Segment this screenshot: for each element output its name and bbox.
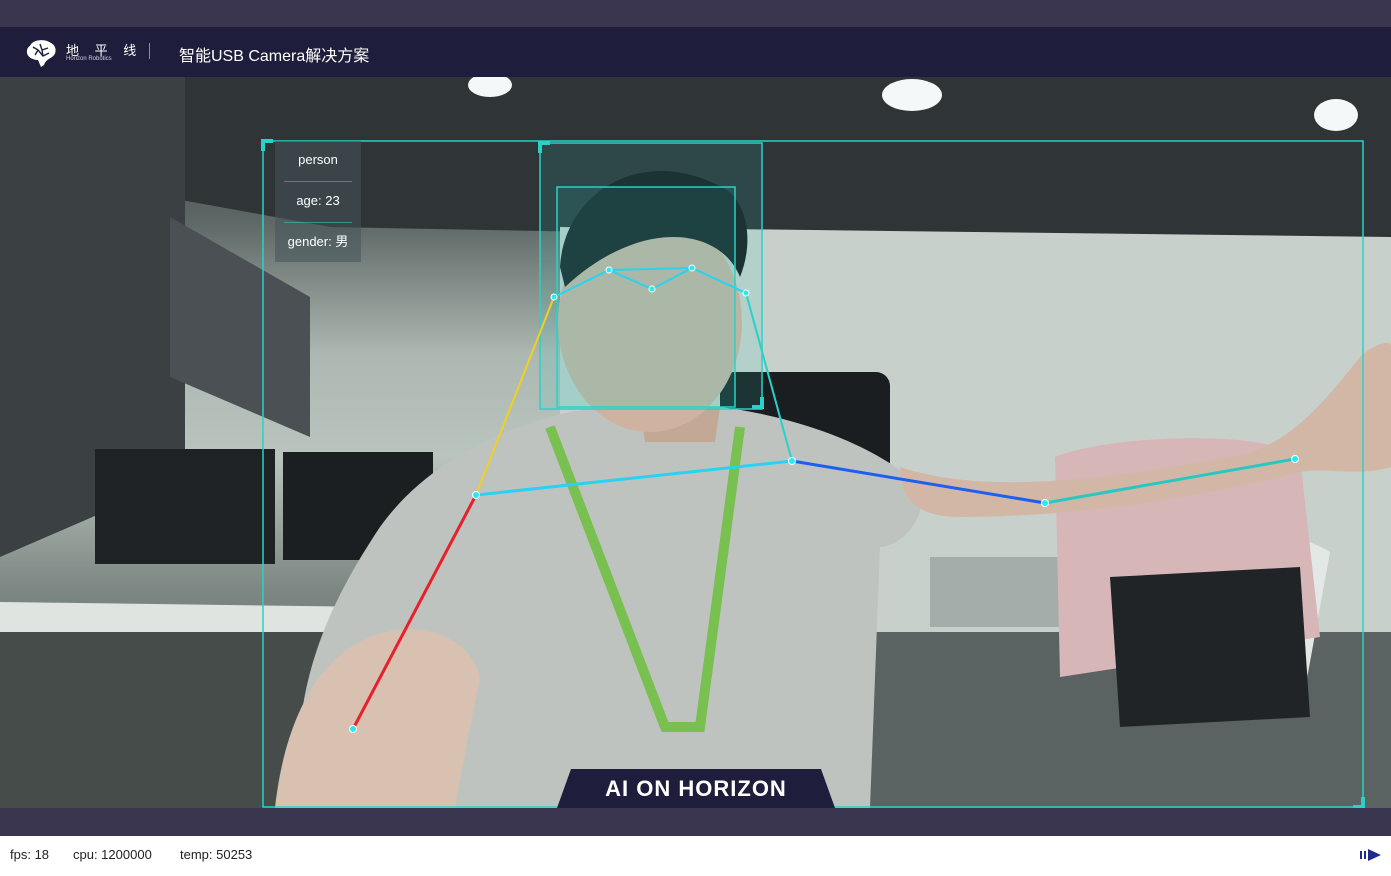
ceiling-light (882, 79, 942, 111)
play-icon[interactable] (1360, 848, 1382, 862)
keypoint (605, 266, 613, 274)
monitor (95, 449, 275, 564)
brand-banner-text: AI ON HORIZON (605, 776, 787, 801)
header-divider (149, 43, 150, 59)
gender-label: gender: 男 (287, 234, 349, 249)
keypoint (648, 285, 656, 293)
camera-video-feed (0, 77, 1391, 808)
right-monitor (930, 557, 1060, 627)
ceiling-light (1314, 99, 1358, 131)
camera-scene (0, 77, 1391, 808)
fps-readout: fps: 18 (10, 847, 50, 862)
app-title: 智能USB Camera解决方案 (179, 48, 370, 65)
face-bounding-box (556, 186, 736, 408)
keypoint (742, 289, 750, 297)
logo-english-text: Horizon Robotics (66, 56, 112, 62)
keypoint (1041, 499, 1049, 507)
age-label: age: 23 (284, 182, 352, 223)
keypoint (688, 264, 696, 272)
horizon-brain-logo-icon (26, 40, 56, 67)
bottom-band (0, 808, 1391, 836)
chair-back (1110, 567, 1310, 727)
keypoint (550, 293, 558, 301)
keypoint (472, 491, 480, 499)
person-label: person (284, 141, 352, 182)
desk (0, 602, 380, 637)
top-strip (0, 0, 1391, 27)
keypoint (788, 457, 796, 465)
temp-readout: temp: 50253 (180, 847, 253, 862)
person-info-panel: person age: 23 gender: 男 (275, 141, 361, 262)
keypoint (1291, 455, 1299, 463)
cpu-readout: cpu: 1200000 (73, 847, 152, 862)
keypoint (349, 725, 357, 733)
